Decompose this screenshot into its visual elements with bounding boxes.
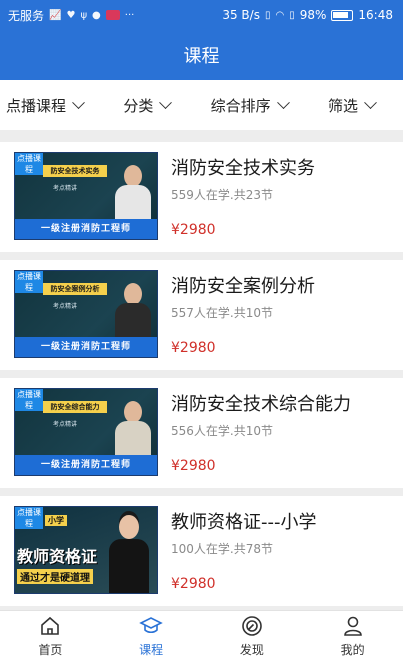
- app-icon: ●: [92, 9, 101, 21]
- carrier-text: 无服务: [8, 8, 45, 23]
- usb-icon: ψ: [80, 9, 88, 21]
- course-thumbnail: 点播课程 防安全案例分析 考点精讲 一级注册消防工程师: [14, 270, 158, 358]
- more-icon: ···: [124, 9, 135, 21]
- activity-icon: 📈: [49, 9, 62, 21]
- filter-label: 筛选: [327, 96, 358, 115]
- course-meta: 557人在学.共10节: [171, 306, 273, 320]
- status-left: 无服务 📈 ♥ ψ ● ···: [8, 7, 134, 24]
- course-meta: 559人在学.共23节: [171, 188, 273, 202]
- course-cap-icon: [139, 616, 163, 633]
- filter-label: 分类: [123, 96, 154, 115]
- filter-category[interactable]: 分类: [123, 95, 173, 116]
- thumbnail-tag: 点播课程: [15, 271, 43, 293]
- filter-sort[interactable]: 综合排序: [210, 95, 290, 116]
- course-card[interactable]: 点播课程 小学 教师资格证 通过才是硬道理 教师资格证---小学 100人在学.…: [0, 496, 403, 606]
- course-meta: 100人在学.共78节: [171, 542, 273, 556]
- course-meta: 556人在学.共10节: [171, 424, 273, 438]
- sim-icon: ▯: [289, 9, 295, 21]
- thumbnail-course-name: 防安全综合能力: [43, 401, 107, 413]
- page-title: 课程: [183, 46, 220, 67]
- chevron-down-icon: [72, 95, 85, 109]
- course-title: 消防安全技术实务: [171, 158, 315, 179]
- course-card[interactable]: 点播课程 防安全案例分析 考点精讲 一级注册消防工程师 消防安全案例分析 557…: [0, 260, 403, 370]
- status-bar: 无服务 📈 ♥ ψ ● ··· 35 B/s ▯ ◠ ▯ 98% 16:48: [0, 0, 403, 30]
- bottom-tab-bar: 首页 课程 发现 我的: [0, 610, 403, 660]
- course-title: 教师资格证---小学: [171, 512, 317, 533]
- thumbnail-grade-badge: 小学: [45, 515, 67, 526]
- filter-course-type[interactable]: 点播课程: [6, 95, 85, 116]
- battery-percent: 98%: [299, 8, 327, 22]
- filter-label: 点播课程: [6, 96, 67, 115]
- tab-label: 首页: [38, 642, 63, 657]
- course-price: ¥2980: [171, 576, 216, 592]
- thumbnail-tag: 点播课程: [15, 153, 43, 175]
- course-list: 点播课程 防安全技术实务 考点精讲 一级注册消防工程师 消防安全技术实务 559…: [0, 142, 403, 614]
- vibrate-icon: ▯: [264, 9, 271, 21]
- course-thumbnail: 点播课程 小学 教师资格证 通过才是硬道理: [14, 506, 158, 594]
- course-price: ¥2980: [171, 458, 216, 474]
- tab-profile[interactable]: 我的: [302, 611, 403, 660]
- course-card[interactable]: 点播课程 防安全技术实务 考点精讲 一级注册消防工程师 消防安全技术实务 559…: [0, 142, 403, 252]
- network-speed: 35 B/s: [222, 8, 260, 22]
- thumbnail-slogan: 通过才是硬道理: [17, 569, 93, 584]
- battery-icon: [331, 9, 354, 21]
- tab-discover[interactable]: 发现: [202, 611, 303, 660]
- filter-label: 综合排序: [210, 96, 271, 115]
- course-title: 消防安全案例分析: [171, 276, 315, 297]
- thumbnail-course-name: 防安全技术实务: [43, 165, 107, 177]
- discover-compass-icon: [242, 615, 262, 636]
- thumbnail-course-name: 防安全案例分析: [43, 283, 107, 295]
- thumbnail-banner: 一级注册消防工程师: [15, 337, 157, 357]
- filter-screen[interactable]: 筛选: [327, 95, 377, 116]
- thumbnail-banner: 一级注册消防工程师: [15, 219, 157, 239]
- course-price: ¥2980: [171, 340, 216, 356]
- title-bar: 课程: [0, 30, 403, 80]
- chevron-down-icon: [364, 95, 377, 109]
- instructor-image: [109, 515, 149, 593]
- instructor-image: [115, 165, 151, 225]
- home-icon: [41, 616, 60, 635]
- profile-icon: [343, 616, 362, 636]
- course-card[interactable]: 点播课程 防安全综合能力 考点精讲 一级注册消防工程师 消防安全技术综合能力 5…: [0, 378, 403, 488]
- filter-bar: 点播课程 分类 综合排序 筛选: [0, 80, 403, 130]
- tab-home[interactable]: 首页: [0, 611, 101, 660]
- heart-icon: ♥: [66, 9, 76, 21]
- status-right: 35 B/s ▯ ◠ ▯ 98% 16:48: [222, 8, 393, 22]
- instructor-image: [115, 401, 151, 461]
- chevron-down-icon: [159, 95, 173, 109]
- instructor-image: [115, 283, 151, 343]
- thumbnail-subtitle: 考点精讲: [53, 185, 78, 192]
- wifi-icon: ◠: [275, 9, 285, 21]
- course-title: 消防安全技术综合能力: [171, 394, 351, 415]
- tab-label: 我的: [340, 642, 365, 657]
- course-thumbnail: 点播课程 防安全技术实务 考点精讲 一级注册消防工程师: [14, 152, 158, 240]
- tab-course[interactable]: 课程: [101, 611, 202, 660]
- thumbnail-tag: 点播课程: [15, 507, 43, 529]
- chevron-down-icon: [276, 95, 290, 109]
- tab-label: 发现: [239, 642, 264, 657]
- thumbnail-subtitle: 考点精讲: [53, 303, 78, 310]
- thumbnail-subtitle: 考点精讲: [53, 421, 78, 428]
- thumbnail-tag: 点播课程: [15, 389, 43, 411]
- clock: 16:48: [358, 8, 393, 22]
- tab-label: 课程: [139, 642, 164, 657]
- thumbnail-headline: 教师资格证: [17, 547, 98, 566]
- course-price: ¥2980: [171, 222, 216, 238]
- thumbnail-banner: 一级注册消防工程师: [15, 455, 157, 475]
- record-icon: [105, 10, 120, 20]
- course-thumbnail: 点播课程 防安全综合能力 考点精讲 一级注册消防工程师: [14, 388, 158, 476]
